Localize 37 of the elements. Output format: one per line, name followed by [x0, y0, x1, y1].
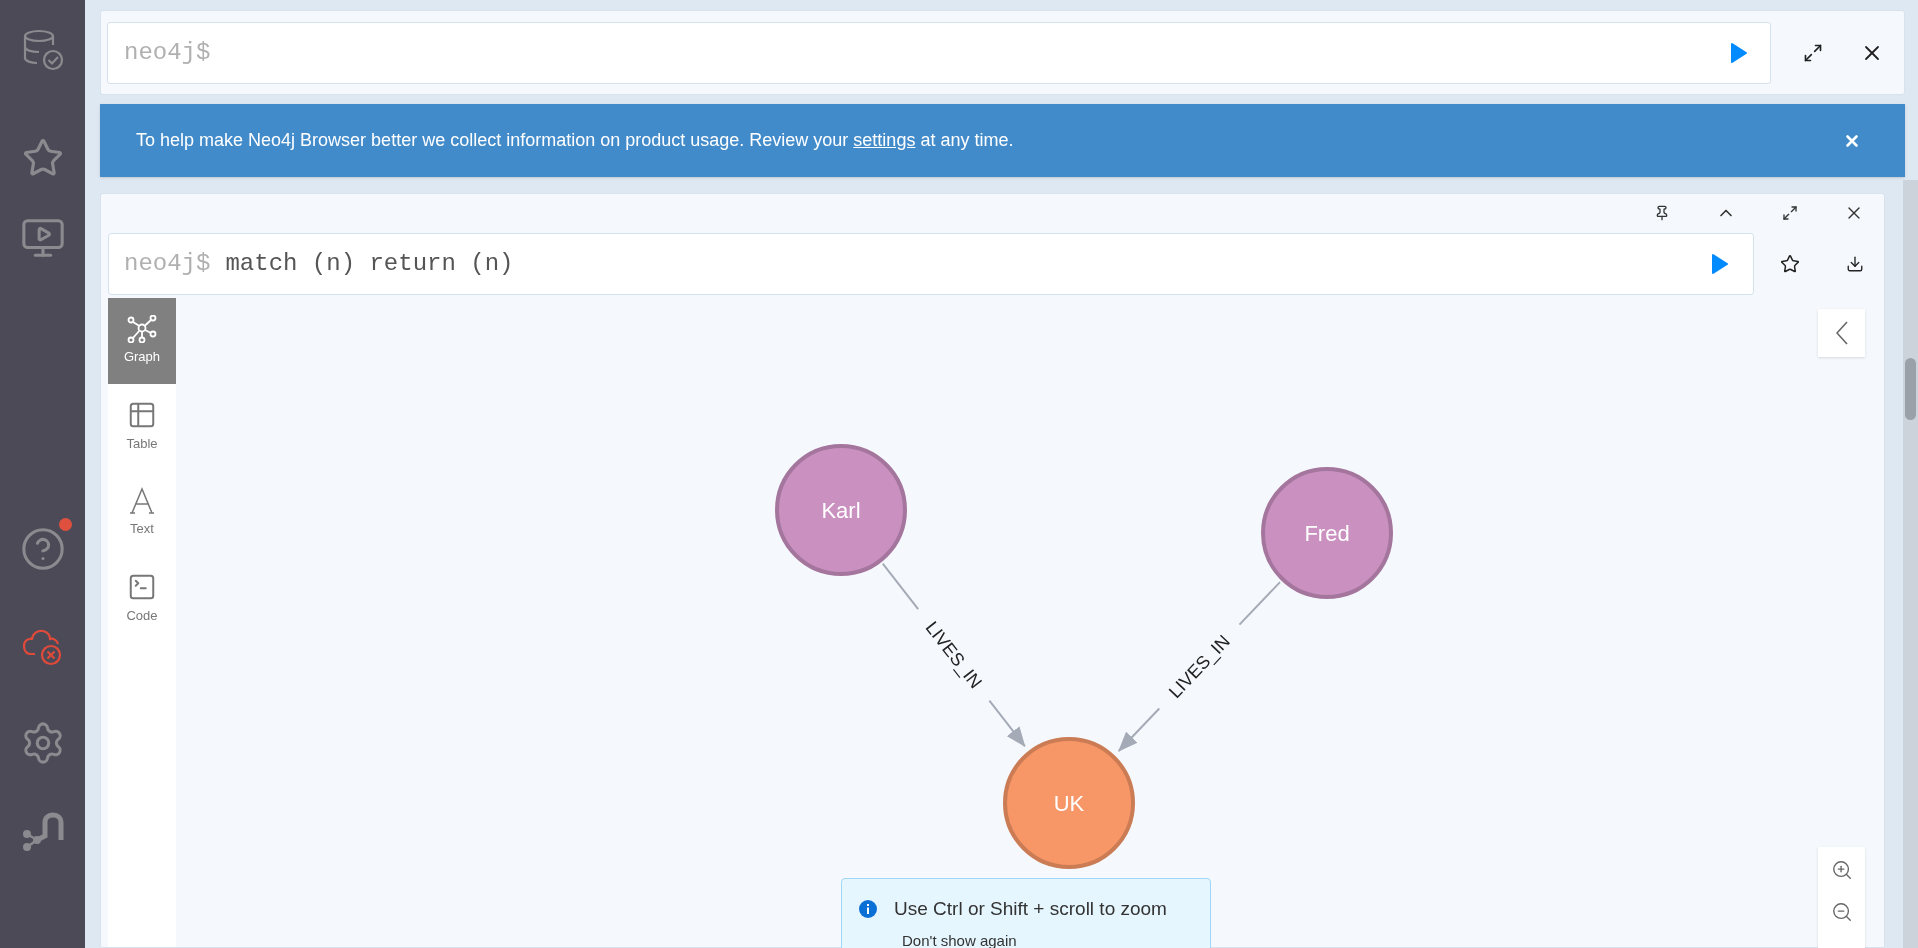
node-label: UK: [1053, 790, 1085, 816]
graph-node[interactable]: [1261, 467, 1393, 599]
play-icon: [1730, 41, 1748, 64]
zoom-in-button[interactable]: [1830, 859, 1853, 881]
query-text: match (n) return (n): [225, 249, 514, 279]
view-tab[interactable]: Code: [108, 556, 176, 642]
download-icon: [1846, 255, 1864, 273]
zoom-out-button[interactable]: [1830, 901, 1853, 923]
editor-prompt: neo4j$: [124, 37, 211, 68]
query-input[interactable]: neo4j$ match (n) return (n): [108, 233, 1754, 295]
view-tab[interactable]: Graph: [108, 298, 176, 384]
panel-toggle-button[interactable]: [1818, 309, 1865, 357]
graph-node[interactable]: [775, 444, 907, 576]
expand-icon: [1782, 204, 1798, 221]
view-tab[interactable]: Table: [108, 384, 176, 470]
node-label: Fred: [1304, 520, 1350, 546]
hint-message: Use Ctrl or Shift + scroll to zoom: [894, 897, 1167, 921]
play-icon: [1711, 253, 1729, 275]
help-icon[interactable]: [19, 526, 66, 572]
chevron-left-icon: [1835, 321, 1848, 345]
graph-logo-icon[interactable]: [20, 812, 65, 852]
scrollbar[interactable]: [1903, 180, 1918, 948]
expand-icon: [1803, 42, 1823, 63]
node-label: Karl: [821, 497, 861, 523]
editor-prompt: neo4j$: [124, 249, 211, 279]
graph-node[interactable]: [1003, 737, 1135, 869]
pin-icon: [1654, 204, 1670, 221]
dont-show-again-link[interactable]: Don't show again: [902, 929, 1017, 948]
info-icon: [859, 900, 877, 919]
zoom-in-icon: [1830, 859, 1853, 881]
star-icon: [1780, 254, 1800, 274]
graph-icon: [127, 315, 157, 344]
settings-link[interactable]: settings: [853, 130, 916, 150]
view-tab[interactable]: Text: [108, 470, 176, 556]
zoom-out-icon: [1830, 901, 1853, 923]
banner-message: To help make Neo4j Browser better we collect information on product usage. Review your settings at any time.: [136, 129, 1015, 152]
serif-letter-icon: [129, 487, 155, 516]
